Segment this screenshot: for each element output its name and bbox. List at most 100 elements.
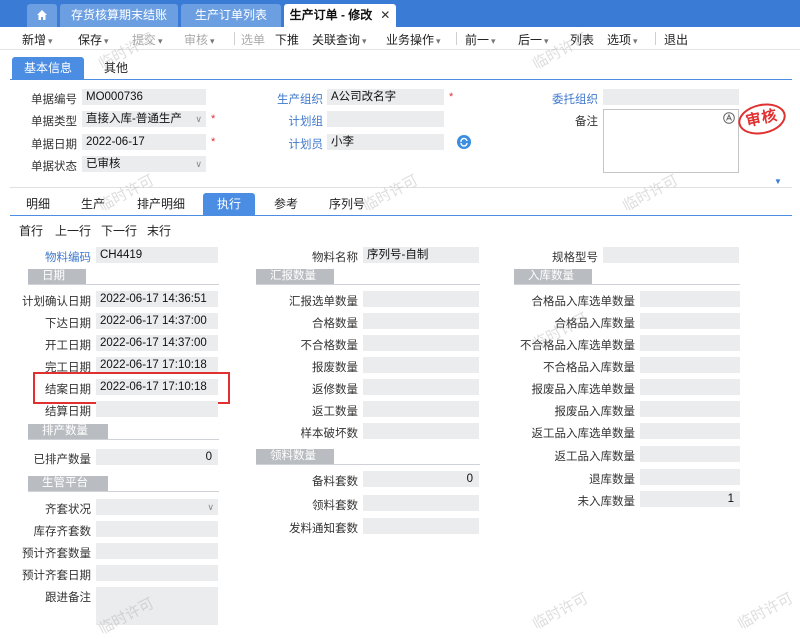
doc-type-label: 单据类型 — [31, 116, 77, 128]
not-stockin-qty-field[interactable]: 1 — [640, 491, 740, 507]
rework-qty-field[interactable] — [363, 401, 479, 417]
chevron-down-icon: ∨ — [195, 114, 202, 124]
previous-button[interactable]: 前一 ▾ — [465, 31, 496, 48]
scrap-stockin-select-qty-field[interactable] — [640, 379, 740, 395]
close-icon[interactable]: ✕ — [380, 8, 390, 22]
issue-section-title: 领料数量 — [256, 449, 334, 464]
required-mark: * — [449, 91, 454, 103]
rework-stockin-qty-field[interactable] — [640, 446, 740, 462]
finish-date-field[interactable]: 2022-06-17 17:10:18 — [96, 357, 218, 373]
rework-stockin-select-qty-field[interactable] — [640, 423, 740, 439]
repair-qty-label: 返修数量 — [312, 384, 358, 396]
planner-label[interactable]: 计划员 — [255, 136, 324, 152]
remark-textarea[interactable] — [603, 109, 739, 173]
scrap-qty-field[interactable] — [363, 357, 479, 373]
material-name-field[interactable]: 序列号-自制 — [363, 247, 479, 263]
refresh-icon[interactable] — [457, 135, 471, 149]
planner-field[interactable]: 小李 — [327, 134, 444, 150]
material-code-label[interactable]: 物料编码 — [20, 249, 91, 265]
doc-no-field[interactable]: MO000736 — [82, 89, 206, 105]
options-button[interactable]: 选项 ▾ — [607, 31, 638, 48]
chevron-down-icon: ▾ — [48, 36, 53, 46]
unqualified-stockin-qty-field[interactable] — [640, 357, 740, 373]
prod-org-label[interactable]: 生产组织 — [255, 91, 323, 107]
prepare-sets-field[interactable]: 0 — [363, 471, 479, 487]
issue-notice-sets-field[interactable] — [363, 518, 479, 534]
home-icon — [37, 10, 47, 20]
plan-group-label[interactable]: 计划组 — [255, 113, 324, 129]
tab-production-order-edit[interactable]: 生产订单 - 修改 ✕ — [284, 4, 396, 27]
watermark: 临时许可 — [734, 589, 796, 633]
chevron-down-icon: ∨ — [195, 159, 202, 169]
sample-destroy-qty-field[interactable] — [363, 423, 479, 439]
exit-button[interactable]: 退出 — [664, 31, 688, 48]
tab-inventory-closing[interactable]: 存货核算期末结账 — [60, 4, 178, 27]
material-code-field[interactable]: CH4419 — [96, 247, 218, 263]
section-line — [28, 284, 219, 285]
entrust-org-field[interactable] — [603, 89, 739, 105]
toolbar-divider — [655, 32, 656, 45]
chevron-down-icon: ▾ — [210, 36, 215, 46]
next-row-button[interactable]: 下一行 — [101, 222, 137, 239]
tab-reference[interactable]: 参考 — [262, 193, 310, 216]
qualified-qty-field[interactable] — [363, 313, 479, 329]
plan-confirm-date-field[interactable]: 2022-06-17 14:36:51 — [96, 291, 218, 307]
spec-model-field[interactable] — [603, 247, 739, 263]
expected-kit-date-field[interactable] — [96, 565, 218, 581]
doc-type-select[interactable]: 直接入库-普通生产 ∨ — [82, 111, 206, 127]
qualified-stockin-qty-field[interactable] — [640, 313, 740, 329]
plan-group-field[interactable] — [327, 111, 444, 127]
save-button[interactable]: 保存 ▾ — [78, 31, 109, 48]
entrust-org-label[interactable]: 委托组织 — [530, 91, 598, 107]
report-section-title: 汇报数量 — [256, 269, 334, 284]
push-down-button[interactable]: 下推 — [275, 31, 299, 48]
settle-date-field[interactable] — [96, 401, 218, 417]
section-line — [28, 491, 219, 492]
doc-date-label: 单据日期 — [31, 139, 77, 151]
multilang-icon[interactable] — [723, 112, 735, 124]
repair-qty-field[interactable] — [363, 379, 479, 395]
business-operation-button[interactable]: 业务操作 ▾ — [386, 31, 441, 48]
expected-kit-qty-field[interactable] — [96, 543, 218, 559]
doc-date-field[interactable]: 2022-06-17 — [82, 134, 206, 150]
qualified-qty-label: 合格数量 — [312, 318, 358, 330]
start-date-field[interactable]: 2022-06-17 14:37:00 — [96, 335, 218, 351]
section-line — [514, 284, 740, 285]
linked-query-button[interactable]: 关联查询 ▾ — [312, 31, 367, 48]
first-row-button[interactable]: 首行 — [19, 222, 43, 239]
section-line — [256, 284, 480, 285]
tab-production-order-list[interactable]: 生产订单列表 — [181, 4, 281, 27]
picked-sets-label: 领料套数 — [312, 500, 358, 512]
tab-detail[interactable]: 明细 — [14, 193, 62, 216]
tab-basic-info[interactable]: 基本信息 — [12, 57, 84, 80]
return-qty-field[interactable] — [640, 469, 740, 485]
issue-notice-sets-label: 发料通知套数 — [289, 523, 358, 535]
scrap-stockin-qty-label: 报废品入库数量 — [554, 406, 636, 418]
stock-kit-qty-field[interactable] — [96, 521, 218, 537]
header-tab-underline — [10, 79, 792, 80]
select-doc-button[interactable]: 选单 — [241, 31, 265, 48]
section-line — [256, 464, 480, 465]
unqualified-stockin-select-qty-field[interactable] — [640, 335, 740, 351]
unqualified-qty-field[interactable] — [363, 335, 479, 351]
report-select-qty-field[interactable] — [363, 291, 479, 307]
prev-row-button[interactable]: 上一行 — [55, 222, 91, 239]
qualified-stockin-select-qty-field[interactable] — [640, 291, 740, 307]
required-mark: * — [211, 113, 216, 125]
next-button[interactable]: 后一 ▾ — [518, 31, 549, 48]
new-button[interactable]: 新增 ▾ — [22, 31, 53, 48]
prod-org-field[interactable]: A公司改名字 — [327, 89, 444, 105]
kit-status-select[interactable]: ∨ — [96, 499, 218, 515]
picked-sets-field[interactable] — [363, 495, 479, 511]
last-row-button[interactable]: 末行 — [147, 222, 171, 239]
watermark: 临时许可 — [619, 171, 681, 215]
scheduled-qty-field[interactable]: 0 — [96, 449, 218, 465]
collapse-arrow-icon[interactable]: ▼ — [774, 177, 782, 186]
watermark: 临时许可 — [529, 589, 591, 633]
tab-execution[interactable]: 执行 — [203, 193, 255, 216]
release-date-field[interactable]: 2022-06-17 14:37:00 — [96, 313, 218, 329]
scrap-stockin-qty-field[interactable] — [640, 401, 740, 417]
audit-button[interactable]: 审核 ▾ — [184, 31, 215, 48]
sample-destroy-qty-label: 样本破坏数 — [300, 428, 359, 440]
home-tab[interactable] — [27, 4, 57, 27]
